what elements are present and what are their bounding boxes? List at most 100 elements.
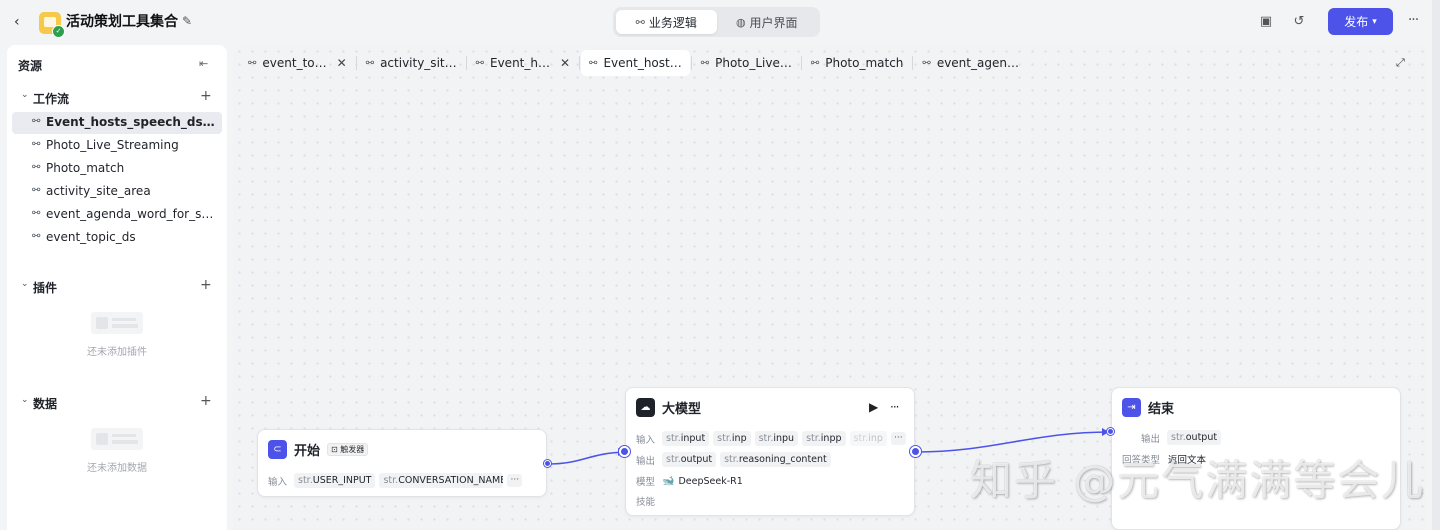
back-arrow-icon[interactable]: ‹: [14, 12, 30, 32]
workflow-icon: ⚯: [32, 185, 41, 196]
run-icon[interactable]: ▶: [869, 400, 878, 414]
skills-label: 技能: [636, 497, 656, 508]
param-chip: str.inp: [713, 431, 751, 446]
more-params-icon[interactable]: ···: [507, 474, 523, 487]
start-node-header: ⊂ 开始 ⊡ 触发器: [268, 440, 369, 459]
group-data-label: 数据: [33, 397, 58, 411]
param-chip: str.CONVERSATION_NAME: [379, 473, 504, 488]
group-plugins-label: 插件: [33, 281, 58, 295]
tab-label: Event_host…: [603, 56, 682, 70]
sidebar-item-label: event_topic_ds: [46, 230, 136, 244]
sidebar-item-workflow[interactable]: ⚯ Event_hosts_speech_ds_upgrade: [12, 112, 222, 134]
close-icon[interactable]: ✕: [337, 56, 347, 70]
empty-plugins-illustration: [91, 312, 143, 334]
input-port[interactable]: [619, 446, 630, 457]
param-chip: str.USER_INPUT: [294, 473, 376, 488]
add-plugin-icon[interactable]: +: [200, 277, 212, 293]
deepseek-logo-icon: 🐋: [662, 475, 675, 487]
verified-check-icon: ✓: [52, 25, 65, 38]
group-data: ⌄ 数据 +: [7, 392, 227, 414]
output-port[interactable]: [910, 446, 921, 457]
end-node-title: 结束: [1148, 402, 1175, 417]
empty-plugins-text: 还未添加插件: [87, 347, 147, 358]
expand-icon[interactable]: ⤢: [1396, 56, 1405, 70]
param-name: CONVERSATION_NAME: [398, 475, 504, 486]
more-params-icon[interactable]: ···: [890, 432, 906, 445]
sidebar-item-label: Event_hosts_speech_ds_upgrade: [46, 115, 218, 129]
tab-user-interface-label: 用户界面: [749, 15, 798, 30]
caret-down-icon[interactable]: ⌄: [21, 90, 29, 100]
caret-down-icon[interactable]: ⌄: [21, 279, 29, 289]
tab-workflow[interactable]: ⚯ Photo_Live…: [693, 50, 800, 76]
tab-label: event_agen…: [936, 56, 1019, 70]
end-output-row: 输出 str.output: [1141, 430, 1222, 445]
tab-label: Photo_match: [825, 56, 904, 70]
start-node-title: 开始: [294, 444, 321, 459]
param-type: str.: [666, 433, 681, 444]
tab-label: Event_h…: [490, 56, 550, 70]
chevron-down-icon: ▾: [1372, 16, 1377, 27]
workflow-icon: ⚯: [248, 57, 257, 69]
top-bar: ‹ ✓ 活动策划工具集合 ✎ ⚯ 业务逻辑 ◍ 用户界面 ▣ ↺ 发布 ▾ ··…: [0, 0, 1440, 44]
sidebar-item-workflow[interactable]: ⚯ Photo_match: [12, 158, 222, 180]
input-label: 输入: [636, 434, 656, 446]
collapse-sidebar-icon[interactable]: ⇤: [199, 57, 208, 70]
input-port[interactable]: [1107, 428, 1114, 435]
param-name: input: [680, 433, 706, 444]
param-type: str.: [383, 475, 399, 486]
end-node-header: ⇥ 结束: [1122, 398, 1174, 417]
history-icon[interactable]: ↺: [1290, 13, 1308, 31]
add-workflow-icon[interactable]: +: [200, 88, 212, 104]
output-label: 输出: [636, 455, 656, 467]
tab-workflow[interactable]: ⚯ Event_h… ✕: [468, 50, 578, 76]
start-input-row: 输入 str.USER_INPUT str.CONVERSATION_NAME …: [268, 473, 523, 488]
output-port[interactable]: [544, 460, 551, 467]
param-chip: str.inp: [849, 431, 887, 446]
sidebar-item-workflow[interactable]: ⚯ event_agenda_word_for_speech: [12, 204, 222, 226]
llm-node-title: 大模型: [662, 402, 702, 417]
workflow-icon: ⚯: [32, 139, 41, 150]
param-chip: str.input: [662, 431, 710, 446]
add-data-icon[interactable]: +: [200, 393, 212, 409]
param-type: str.: [298, 475, 313, 486]
close-icon[interactable]: ✕: [560, 56, 570, 70]
param-chip: str.output: [662, 452, 717, 467]
tab-workflow[interactable]: ⚯ Photo_match: [803, 50, 912, 76]
workflow-icon: ⚯: [922, 57, 931, 69]
more-options-icon[interactable]: ···: [890, 400, 900, 414]
workflow-icon: ⚯: [32, 162, 41, 173]
param-chip: str.inpu: [754, 431, 799, 446]
edit-icon[interactable]: ✎: [182, 14, 196, 28]
param-chip: str.output: [1167, 430, 1222, 445]
sidebar-item-workflow[interactable]: ⚯ event_topic_ds: [12, 227, 222, 249]
sidebar-item-workflow[interactable]: ⚯ activity_site_area: [12, 181, 222, 203]
tab-user-interface[interactable]: ◍ 用户界面: [717, 10, 818, 34]
sidebar-item-label: Photo_match: [46, 161, 125, 175]
tab-workflow-active[interactable]: ⚯ Event_host…: [581, 50, 690, 76]
archive-icon[interactable]: ▣: [1257, 13, 1275, 31]
llm-output-row: 输出 str.output str.reasoning_content: [636, 452, 831, 467]
tab-label: event_to…: [262, 56, 327, 70]
param-type: str.: [717, 433, 732, 444]
tab-workflow[interactable]: ⚯ event_to… ✕: [240, 50, 355, 76]
llm-node[interactable]: ☁ 大模型 ▶ ··· 输入 str.input str.inp str.inp…: [619, 387, 921, 516]
param-chip: str.reasoning_content: [720, 452, 831, 467]
view-switcher: ⚯ 业务逻辑 ◍ 用户界面: [613, 7, 820, 37]
workflow-icon: ⚯: [365, 57, 375, 69]
tab-workflow[interactable]: ⚯ activity_sit…: [358, 50, 465, 76]
tab-workflow[interactable]: ⚯ event_agen…: [914, 50, 1027, 76]
param-type: str.: [806, 433, 821, 444]
sidebar-item-workflow[interactable]: ⚯ Photo_Live_Streaming: [12, 135, 222, 157]
caret-down-icon[interactable]: ⌄: [21, 395, 29, 405]
tab-label: activity_sit…: [380, 56, 457, 70]
param-name: inp: [868, 433, 883, 444]
publish-button[interactable]: 发布 ▾: [1328, 8, 1393, 35]
workflow-icon: ⚯: [589, 57, 598, 69]
param-type: str.: [724, 454, 739, 465]
tab-business-logic[interactable]: ⚯ 业务逻辑: [616, 10, 717, 34]
param-name: USER_INPUT: [312, 475, 372, 486]
model-label: 模型: [636, 477, 656, 488]
start-node[interactable]: ⊂ 开始 ⊡ 触发器 输入 str.USER_INPUT str.CONVERS…: [257, 429, 551, 497]
workflow-icon: ⚯: [635, 15, 645, 29]
more-options-icon[interactable]: ···: [1404, 11, 1422, 29]
